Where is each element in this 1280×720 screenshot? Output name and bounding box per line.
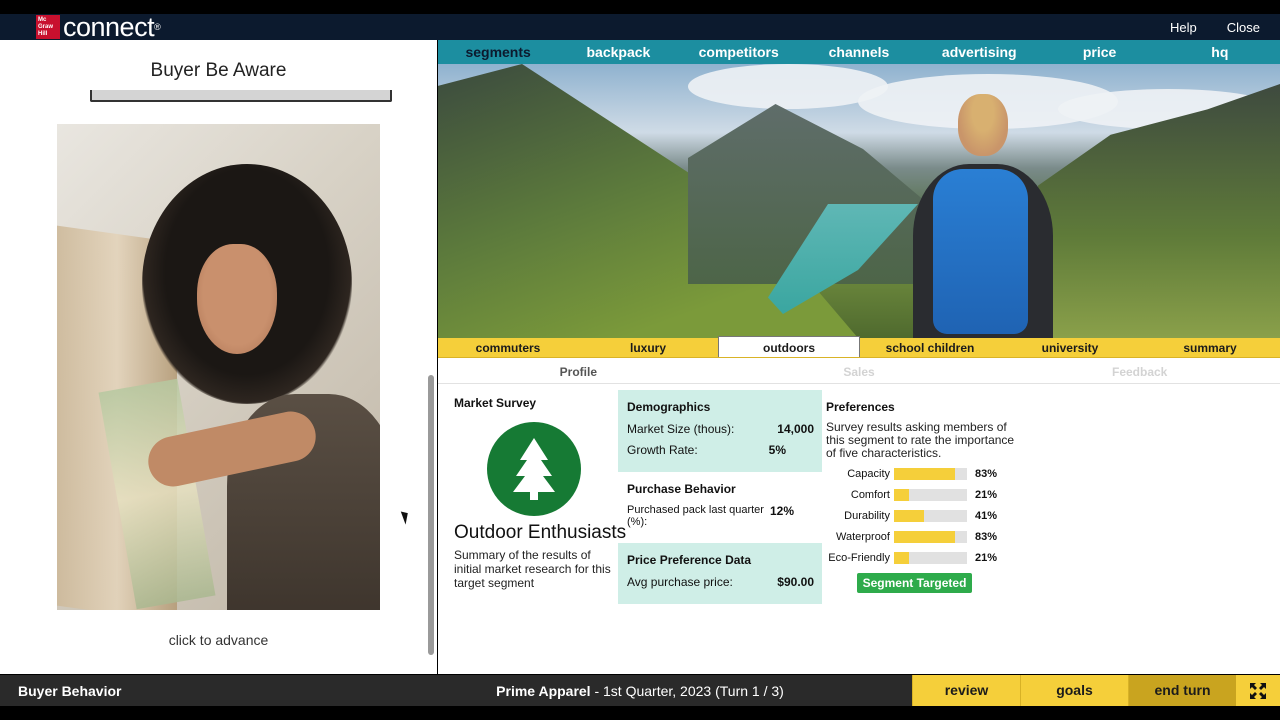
company-turn-info: Prime Apparel - 1st Quarter, 2023 (Turn … [496,682,784,699]
tab-advertising[interactable]: advertising [919,40,1039,64]
purchased-pack-value: 12% [769,504,794,518]
preference-bar-fill [894,530,955,543]
preference-bar-fill [894,509,924,522]
preference-bar [894,467,967,480]
preference-bar-fill [894,467,955,480]
market-survey: Market Survey Outdoor Enthusiasts Summar… [454,396,627,590]
click-to-advance[interactable]: click to advance [0,632,437,648]
market-size-row: Market Size (thous): 14,000 [627,422,814,436]
help-link[interactable]: Help [1170,20,1197,35]
preference-percent: 83% [975,467,998,480]
preference-label: Durability [844,509,890,522]
mcgraw-hill-logo-mark: Mc Graw Hill [36,15,60,39]
mouse-cursor-icon [400,509,412,525]
app-window: Mc Graw Hill connect® Help Close Buyer B… [0,0,1280,720]
hiker-mountain-photo [438,64,1280,338]
preference-label: Comfort [850,488,890,501]
tab-segments[interactable]: segments [438,40,558,64]
left-panel: Buyer Be Aware click to advance [0,40,437,674]
purchase-behavior-title: Purchase Behavior [627,482,736,496]
preference-bar-fill [894,488,910,501]
preference-row: Comfort 21% [826,487,1016,502]
segment-tabs: commuters luxury outdoors school childre… [438,336,1280,358]
right-panel: segments backpack competitors channels a… [438,40,1280,674]
segment-tab-school-children[interactable]: school children [860,338,1000,357]
tab-price[interactable]: price [1039,40,1159,64]
preference-row: Eco-Friendly 21% [826,550,1016,565]
preference-label: Eco-Friendly [828,551,890,564]
main-tabs: segments backpack competitors channels a… [438,40,1280,64]
segment-tab-commuters[interactable]: commuters [438,338,578,357]
logo-text: connect® [63,12,161,42]
woman-shopping-photo [57,124,380,610]
segment-tab-university[interactable]: university [1000,338,1140,357]
left-scrollbar[interactable] [428,375,434,655]
demographics-title: Demographics [627,400,711,414]
preferences-description: Survey results asking members of this se… [826,420,1015,460]
progress-bar [90,90,392,102]
preference-rows: Capacity 83% Comfort 21% Durability 41% Waterp… [826,466,1016,565]
module-name: Buyer Behavior [18,682,122,699]
preference-label: Waterproof [835,530,890,543]
price-preference-box: Price Preference Data Avg purchase price… [618,543,822,604]
tab-competitors[interactable]: competitors [679,40,799,64]
growth-rate-value: 5% [768,443,786,457]
preference-bar [894,509,967,522]
left-panel-title: Buyer Be Aware [150,60,287,81]
market-survey-label: Market Survey [454,396,537,410]
sub-tab-sales: Sales [843,365,875,379]
connect-logo: Mc Graw Hill connect® [36,12,161,42]
segment-targeted-badge[interactable]: Segment Targeted [857,573,972,593]
segment-name: Outdoor Enthusiasts [454,522,627,543]
end-turn-button[interactable]: end turn [1128,675,1236,706]
segment-tab-outdoors[interactable]: outdoors [718,336,860,357]
preferences-title: Preferences [826,400,895,414]
avg-price-value: $90.00 [777,575,814,589]
preference-label: Capacity [847,467,890,480]
preference-bar [894,488,967,501]
preference-percent: 41% [975,509,998,522]
segment-summary: Summary of the results of initial market… [454,548,611,590]
preferences: Preferences Survey results asking member… [826,400,1016,593]
demographics-box: Demographics Market Size (thous): 14,000… [618,390,822,472]
bottom-bar: Buyer Behavior Prime Apparel - 1st Quart… [0,675,1280,706]
goals-button[interactable]: goals [1020,675,1128,706]
tab-channels[interactable]: channels [799,40,919,64]
survey-data-column: Demographics Market Size (thous): 14,000… [618,390,822,604]
sub-tabs: Profile Sales Feedback [438,360,1280,384]
preference-bar [894,530,967,543]
preference-percent: 83% [975,530,998,543]
pine-tree-icon [487,422,581,516]
tab-backpack[interactable]: backpack [558,40,678,64]
avg-price-row: Avg purchase price: $90.00 [627,575,814,589]
preference-row: Waterproof 83% [826,529,1016,544]
preference-bar-fill [894,551,910,564]
top-links: Help Close [1170,20,1260,35]
sub-tab-profile[interactable]: Profile [438,360,719,383]
fullscreen-icon[interactable] [1236,675,1280,706]
preference-percent: 21% [975,488,998,501]
preference-percent: 21% [975,551,998,564]
growth-rate-row: Growth Rate: 5% [627,443,786,457]
purchased-pack-row: Purchased pack last quarter (%): 12% [627,504,794,528]
price-preference-title: Price Preference Data [627,553,752,567]
action-buttons: review goals end turn [912,675,1280,706]
purchase-behavior-box: Purchase Behavior Purchased pack last qu… [618,472,822,543]
market-size-value: 14,000 [777,422,814,436]
preference-bar [894,551,967,564]
segment-tab-summary[interactable]: summary [1140,338,1280,357]
top-bar: Mc Graw Hill connect® Help Close [0,12,1280,42]
close-link[interactable]: Close [1227,20,1260,35]
review-button[interactable]: review [912,675,1020,706]
sub-tab-feedback: Feedback [1112,365,1168,379]
tab-hq[interactable]: hq [1160,40,1280,64]
preference-row: Capacity 83% [826,466,1016,481]
segment-tab-luxury[interactable]: luxury [578,338,718,357]
preference-row: Durability 41% [826,508,1016,523]
